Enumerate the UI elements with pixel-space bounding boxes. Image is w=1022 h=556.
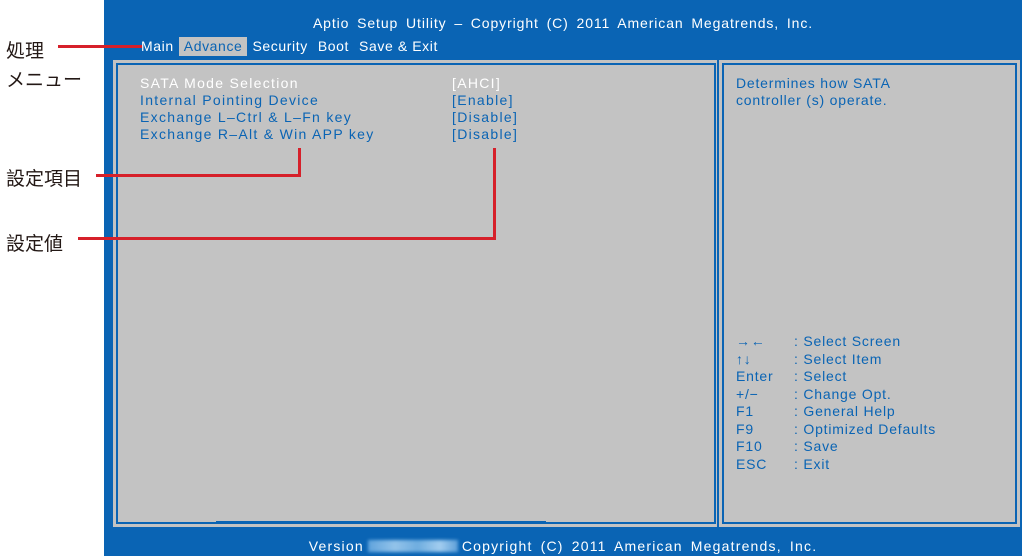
annotation-setting-item: 設定項目 [6,168,83,190]
setting-value[interactable]: [Disable] [452,126,518,142]
menu-tab-boot[interactable]: Boot [313,37,354,56]
help-line: Determines how SATA [736,75,891,91]
setting-label: Exchange L–Ctrl & L–Fn key [140,109,353,125]
bios-title-bar: Aptio Setup Utility – Copyright (C) 2011… [312,15,814,31]
menu-tab-advance[interactable]: Advance [178,37,248,56]
key-desc: : Select Item [794,350,883,367]
help-text: Determines how SATA controller (s) opera… [736,75,996,109]
menu-tab-security[interactable]: Security [247,37,312,56]
key-name: ↑↓ [736,350,752,367]
help-panel-frame: Determines how SATA controller (s) opera… [722,63,1017,524]
setting-value[interactable]: [AHCI] [452,75,501,91]
redacted-version-number [367,540,458,552]
annotation-menu-line1: 処理 [6,40,45,62]
key-row: F1 : General Help [736,403,1016,421]
version-label: Version [308,538,364,554]
help-panel: Determines how SATA controller (s) opera… [717,58,1022,529]
leader-line-setting-value-h [78,237,496,240]
key-row: F9 : Optimized Defaults [736,421,1016,439]
setting-row-internal-pointing[interactable]: Internal Pointing Device [Enable] [118,92,718,109]
leader-line-menu [58,45,142,48]
key-row: F10 : Save [736,438,1016,456]
setting-row-exchange-alt-win[interactable]: Exchange R–Alt & Win APP key [Disable] [118,126,718,143]
bios-screen: Aptio Setup Utility – Copyright (C) 2011… [104,0,1022,556]
menu-tab-save-exit[interactable]: Save & Exit [354,37,443,56]
key-name: Enter [736,368,774,384]
key-name: →← [736,333,766,349]
setting-label: Exchange R–Alt & Win APP key [140,126,375,142]
setting-value[interactable]: [Enable] [452,92,514,108]
footer-copyright: Copyright (C) 2011 American Megatrends, … [461,538,818,554]
key-desc: : General Help [794,403,896,419]
annotation-menu-line2: メニュー [6,69,83,91]
key-name: F1 [736,403,754,419]
key-name: F10 [736,438,763,454]
key-name: +/− [736,385,759,402]
key-row: ESC : Exit [736,456,1016,474]
key-desc: : Change Opt. [794,385,892,402]
help-line: controller (s) operate. [736,92,888,108]
leader-line-setting-value-v [493,148,496,240]
setting-label: SATA Mode Selection [140,75,299,91]
key-desc: : Optimized Defaults [794,420,937,437]
setting-value[interactable]: [Disable] [452,109,518,125]
settings-panel-frame: SATA Mode Selection [AHCI] Internal Poin… [116,63,716,524]
key-desc: : Exit [794,455,830,472]
key-desc: : Select Screen [794,333,901,349]
key-name: F9 [736,420,754,437]
bios-footer-bar: Version Copyright (C) 2011 American Megat… [104,538,1022,556]
menu-tab-main[interactable]: Main [136,37,179,56]
setting-row-exchange-ctrl-fn[interactable]: Exchange L–Ctrl & L–Fn key [Disable] [118,109,718,126]
settings-panel: SATA Mode Selection [AHCI] Internal Poin… [111,58,721,529]
key-desc: : Save [794,438,839,454]
annotation-setting-value: 設定値 [6,233,64,255]
leader-line-setting-item-h [96,174,301,177]
key-name: ESC [736,455,768,472]
setting-row-sata-mode[interactable]: SATA Mode Selection [AHCI] [118,75,718,92]
bios-menu-bar: Main Advance Security Boot Save & Exit [136,37,443,56]
setting-label: Internal Pointing Device [140,92,320,108]
scroll-indicator-line [216,521,546,523]
key-row: ↑↓ : Select Item [736,351,1016,369]
key-row: +/− : Change Opt. [736,386,1016,404]
leader-line-setting-item-v [298,148,301,177]
key-legend: →← : Select Screen ↑↓ : Select Item Enter:… [736,333,1016,473]
key-desc: : Select [794,368,848,384]
key-row: Enter : Select [736,368,1016,386]
key-row: →← : Select Screen [736,333,1016,351]
